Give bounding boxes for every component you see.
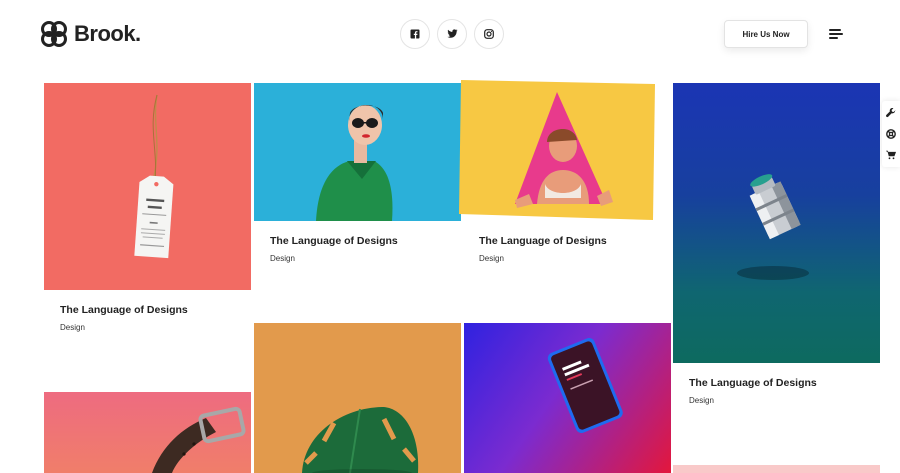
portfolio-card[interactable] (254, 323, 461, 473)
instagram-button[interactable] (474, 19, 504, 49)
twitter-icon (446, 29, 457, 38)
portfolio-category[interactable]: Design (270, 254, 295, 263)
monstera-leaf-illustration (302, 407, 419, 473)
side-toolbar (882, 101, 900, 167)
instagram-icon (484, 29, 494, 39)
portfolio-card-partial[interactable] (673, 465, 880, 473)
facebook-button[interactable] (400, 19, 430, 49)
twitter-button[interactable] (437, 19, 467, 49)
portfolio-image[interactable] (44, 83, 251, 290)
portfolio-title[interactable]: The Language of Designs (60, 304, 188, 316)
portfolio-title[interactable]: The Language of Designs (479, 235, 607, 247)
label-tag-illustration (134, 94, 174, 259)
metal-can-illustration (737, 174, 809, 280)
lifebuoy-icon[interactable] (886, 129, 896, 139)
brand-name: Brook. (74, 21, 141, 46)
pink-triangle-illustration (459, 80, 655, 220)
portfolio-title[interactable]: The Language of Designs (689, 377, 817, 389)
portfolio-title[interactable]: The Language of Designs (270, 235, 398, 247)
cart-icon[interactable] (886, 150, 896, 160)
phone-mockup-illustration (547, 338, 623, 433)
brand-logo[interactable]: Brook. (40, 20, 141, 48)
portfolio-card[interactable]: The Language of Designs Design (673, 83, 880, 413)
portfolio-category[interactable]: Design (479, 254, 504, 263)
portfolio-category[interactable]: Design (689, 396, 714, 405)
portfolio-card[interactable]: The Language of Designs Design (457, 78, 658, 273)
facebook-icon (410, 29, 420, 39)
portfolio-image[interactable] (673, 83, 880, 363)
portfolio-image[interactable] (464, 323, 671, 473)
social-links (400, 19, 504, 49)
portfolio-image[interactable] (254, 83, 461, 221)
logo-icon (41, 21, 67, 47)
wrench-icon[interactable] (886, 108, 896, 118)
site-header: Brook. Hire Us Now (0, 0, 900, 70)
portfolio-card[interactable]: The Language of Designs Design (254, 83, 461, 273)
hamburger-menu-icon[interactable] (829, 29, 843, 40)
hire-us-button[interactable]: Hire Us Now (724, 20, 808, 48)
portfolio-image[interactable] (457, 78, 658, 223)
portfolio-card[interactable]: The Language of Designs Design (44, 83, 251, 353)
watch-strap-illustration (152, 406, 246, 473)
portfolio-card[interactable] (464, 323, 671, 473)
portfolio-image[interactable] (44, 392, 251, 473)
portfolio-card[interactable] (44, 392, 251, 473)
woman-in-green-illustration (316, 104, 393, 221)
portfolio-category[interactable]: Design (60, 323, 85, 332)
portfolio-image[interactable] (254, 323, 461, 473)
